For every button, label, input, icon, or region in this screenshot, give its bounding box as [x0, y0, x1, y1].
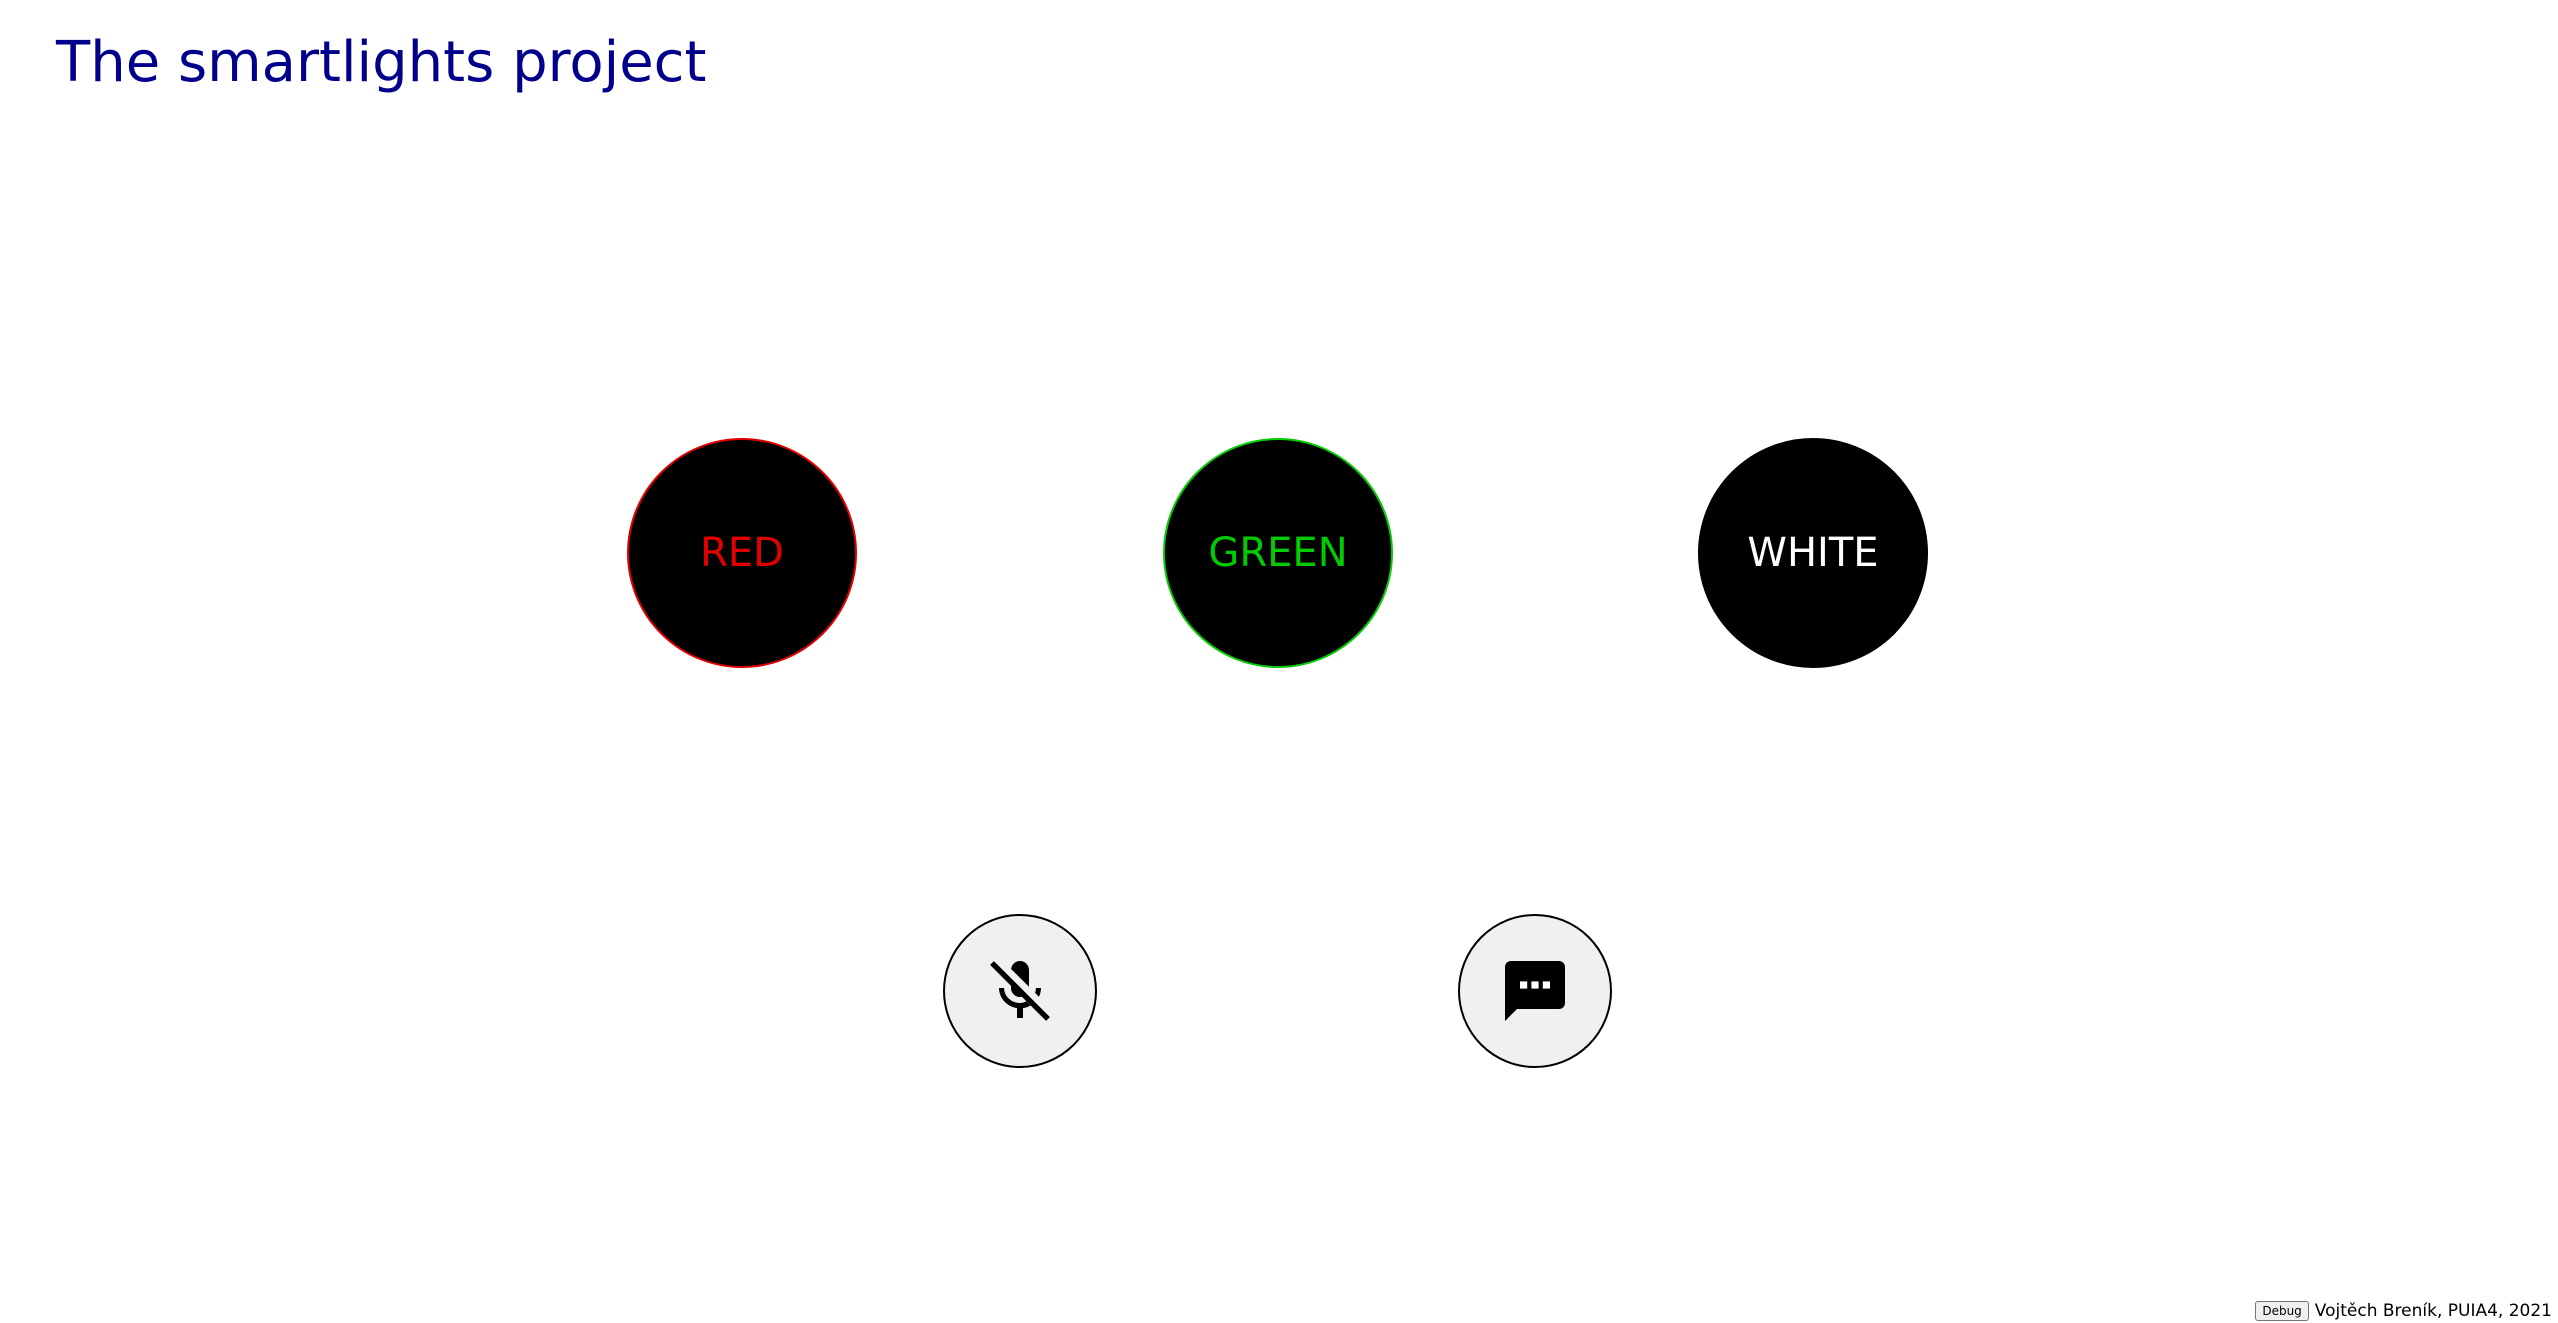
white-light-label: WHITE: [1747, 530, 1879, 576]
red-light-button[interactable]: RED: [627, 438, 857, 668]
page-title: The smartlights project: [56, 30, 707, 95]
debug-button[interactable]: Debug: [2255, 1301, 2309, 1321]
page: The smartlights project RED GREEN WHITE …: [0, 0, 2558, 1323]
chat-button[interactable]: [1458, 914, 1612, 1068]
footer: Debug Vojtěch Breník, PUIA4, 2021: [2255, 1301, 2552, 1321]
white-light-button[interactable]: WHITE: [1698, 438, 1928, 668]
chat-bubble-ellipsis-icon: [1505, 961, 1565, 1021]
green-light-label: GREEN: [1208, 530, 1348, 576]
microphone-off-icon: [990, 961, 1050, 1021]
red-light-label: RED: [700, 530, 784, 576]
green-light-button[interactable]: GREEN: [1163, 438, 1393, 668]
credits-text: Vojtěch Breník, PUIA4, 2021: [2314, 1301, 2552, 1321]
microphone-toggle-button[interactable]: [943, 914, 1097, 1068]
